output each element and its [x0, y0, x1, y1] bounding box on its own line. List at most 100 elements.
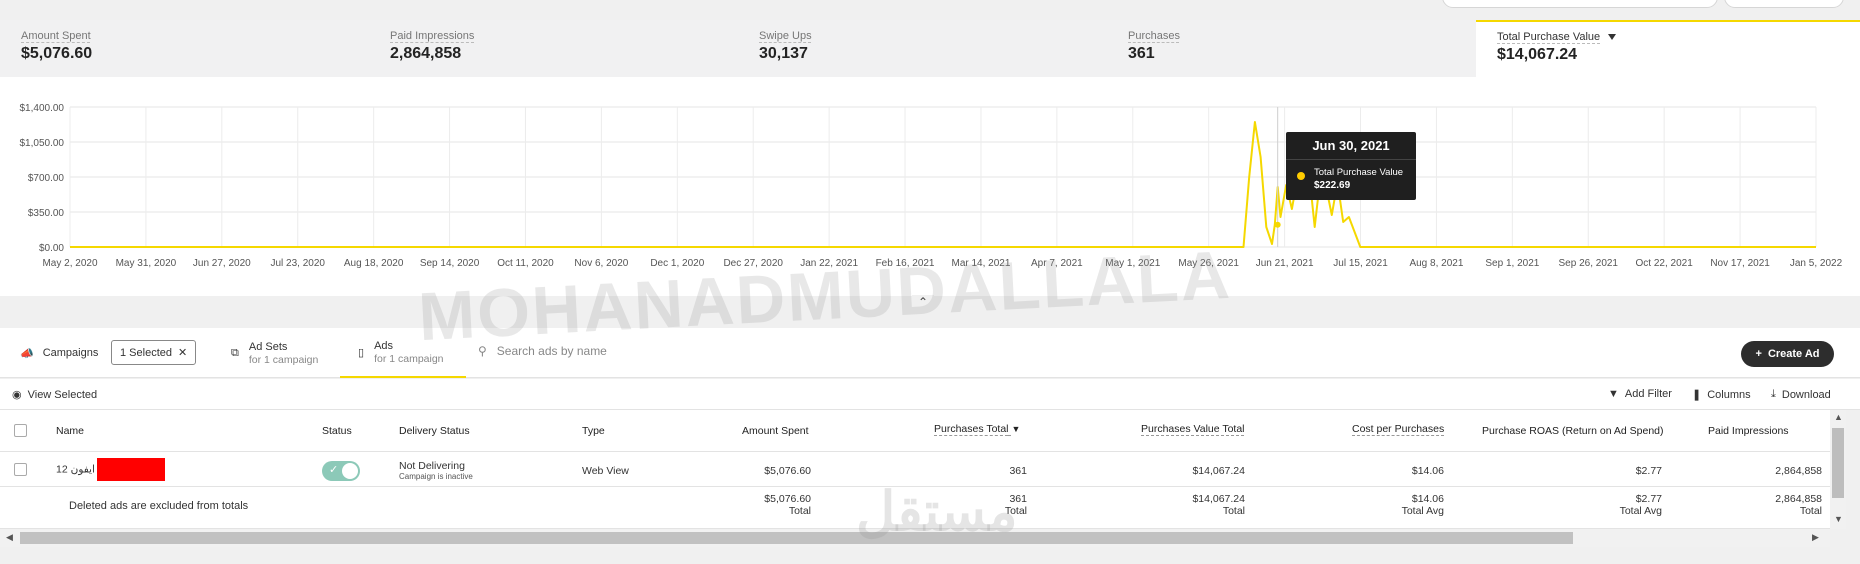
purchase-roas: $2.77 [1635, 465, 1662, 477]
col-name[interactable]: Name [56, 425, 84, 437]
date-range-pill[interactable] [1442, 0, 1718, 8]
col-purchases-value-total[interactable]: Purchases Value Total [1141, 423, 1245, 435]
ad-sets-icon: ⧉ [231, 346, 239, 359]
delivery-status-text: Not Delivering [399, 460, 465, 472]
scroll-up-icon[interactable]: ▲ [1834, 412, 1843, 422]
scroll-thumb[interactable] [1832, 428, 1844, 498]
x-tick-label: Jun 21, 2021 [1256, 258, 1314, 269]
metric-amount-spent[interactable]: Amount Spent $5,076.60 [0, 20, 369, 77]
status-toggle[interactable]: ✓ [322, 461, 360, 481]
horizontal-scrollbar[interactable]: ◀ ▶ [0, 529, 1830, 547]
page-footer [0, 547, 1860, 564]
select-all-checkbox[interactable] [14, 424, 27, 437]
total-sub: Total [1799, 505, 1822, 517]
plus-icon: + [1755, 348, 1762, 360]
x-tick-label: Aug 8, 2021 [1409, 258, 1463, 269]
paid-impressions: 2,864,858 [1775, 465, 1822, 477]
col-purchases-total[interactable]: Purchases Total ▼ [934, 423, 1020, 435]
total-amount: $5,076.60 Total [764, 493, 811, 517]
tab-label: Campaigns [42, 347, 99, 359]
ad-name[interactable]: ايفون 12 [56, 458, 165, 481]
totals-note: Deleted ads are excluded from totals [69, 500, 249, 512]
metric-swipe-ups[interactable]: Swipe Ups 30,137 [738, 20, 1107, 77]
delivery-status-sub: Campaign is inactive [399, 472, 473, 481]
metric-value: 30,137 [759, 45, 808, 62]
x-tick-label: May 26, 2021 [1178, 258, 1239, 269]
x-tick-label: Jan 22, 2021 [800, 258, 858, 269]
columns-icon: ❚ [1692, 389, 1702, 401]
tab-ad-sets[interactable]: ⧉ Ad Sets for 1 campaign [231, 328, 318, 378]
tooltip-label: Total Purchase Value [1314, 167, 1404, 178]
close-icon[interactable]: ✕ [178, 346, 187, 359]
total-impressions: 2,864,858 Total [1775, 493, 1822, 517]
sort-desc-icon[interactable]: ▼ [1011, 424, 1020, 434]
tab-label: Ad Sets [248, 340, 288, 353]
ads-table: Name Status Delivery Status Type Amount … [0, 410, 1830, 529]
x-tick-label: Apr 7, 2021 [1031, 258, 1083, 269]
scroll-left-icon[interactable]: ◀ [6, 532, 13, 543]
table-toolbar: ◉ View Selected ▼ Add Filter ❚ Columns ⤓… [0, 379, 1860, 410]
metric-purchases[interactable]: Purchases 361 [1107, 20, 1476, 77]
filter-icon: ▼ [1608, 388, 1619, 400]
total-sub: Total [1004, 505, 1027, 517]
metric-total-purchase-value[interactable]: Total Purchase Value $14,067.24 [1476, 20, 1860, 77]
total-sub: Total Avg [1401, 505, 1444, 517]
total-sub: Total [788, 505, 811, 517]
scroll-right-icon[interactable]: ▶ [1812, 532, 1819, 543]
col-cost-per-purchases[interactable]: Cost per Purchases [1352, 423, 1444, 435]
x-tick-label: Sep 14, 2020 [420, 258, 480, 269]
tab-ads[interactable]: ▯ Ads for 1 campaign [340, 328, 466, 378]
search-ads[interactable]: ⚲ Search ads by name [478, 344, 878, 358]
search-input[interactable]: Search ads by name [497, 344, 607, 358]
total-value: $2.77 [1635, 493, 1662, 505]
total-value: $5,076.60 [764, 493, 811, 505]
collapse-chart-icon[interactable]: ⌃ [912, 295, 934, 311]
chevron-down-icon[interactable] [1608, 34, 1617, 41]
total-sub: Total Avg [1619, 505, 1662, 517]
col-purchase-roas[interactable]: Purchase ROAS (Return on Ad Spend) [1482, 425, 1664, 437]
x-tick-label: Jul 15, 2021 [1333, 258, 1388, 269]
view-selected-button[interactable]: ◉ View Selected [12, 388, 98, 402]
compare-pill[interactable] [1724, 0, 1844, 8]
totals-row: Deleted ads are excluded from totals $5,… [0, 487, 1830, 529]
total-purchases: 361 Total [1005, 493, 1027, 517]
add-filter-button[interactable]: ▼ Add Filter [1608, 388, 1672, 400]
view-selected-label: View Selected [27, 388, 98, 401]
selected-chip[interactable]: 1 Selected ✕ [111, 340, 197, 365]
tooltip-value: $222.69 [1314, 180, 1351, 191]
series-dot-icon [1297, 172, 1305, 180]
table-row[interactable]: ايفون 12 ✓ Not Delivering Campaign is in… [0, 452, 1830, 487]
x-tick-label: Jun 27, 2020 [193, 258, 251, 269]
level-tabs: 📣 Campaigns 1 Selected ✕ ⧉ Ad Sets for 1 … [0, 328, 1860, 378]
metric-value: 361 [1128, 45, 1155, 62]
hover-point [1274, 221, 1281, 228]
x-tick-label: Feb 16, 2021 [876, 258, 935, 269]
col-status[interactable]: Status [322, 425, 352, 437]
download-label: Download [1781, 388, 1831, 401]
x-tick-label: Sep 26, 2021 [1559, 258, 1619, 269]
col-delivery-status[interactable]: Delivery Status [399, 425, 470, 437]
metric-label: Amount Spent [21, 30, 91, 42]
y-tick-label: $1,050.00 [20, 138, 65, 149]
x-tick-label: May 31, 2020 [116, 258, 177, 269]
col-type[interactable]: Type [582, 425, 605, 437]
x-tick-label: Oct 11, 2020 [497, 258, 554, 269]
download-button[interactable]: ⤓ Download [1771, 388, 1831, 401]
col-amount-spent[interactable]: Amount Spent [742, 425, 809, 437]
col-paid-impressions[interactable]: Paid Impressions [1708, 425, 1789, 437]
x-tick-label: May 2, 2020 [42, 258, 97, 269]
metric-tiles: Amount Spent $5,076.60 Paid Impressions … [0, 20, 1860, 77]
columns-button[interactable]: ❚ Columns [1692, 388, 1751, 402]
metric-paid-impressions[interactable]: Paid Impressions 2,864,858 [369, 20, 738, 77]
scroll-thumb[interactable] [20, 532, 1573, 544]
create-ad-button[interactable]: + Create Ad [1741, 341, 1834, 367]
vertical-scrollbar[interactable]: ▲ ▼ [1830, 410, 1846, 529]
tab-campaigns[interactable]: 📣 Campaigns [20, 328, 98, 378]
metric-label: Total Purchase Value [1497, 31, 1860, 43]
total-purchase-value: $14,067.24 Total [1192, 493, 1245, 517]
row-checkbox[interactable] [14, 463, 27, 476]
total-roas: $2.77 Total Avg [1620, 493, 1662, 517]
scroll-down-icon[interactable]: ▼ [1834, 514, 1843, 524]
chart-tooltip: Jun 30, 2021 Total Purchase Value $222.6… [1286, 132, 1416, 200]
x-tick-label: Aug 18, 2020 [344, 258, 404, 269]
